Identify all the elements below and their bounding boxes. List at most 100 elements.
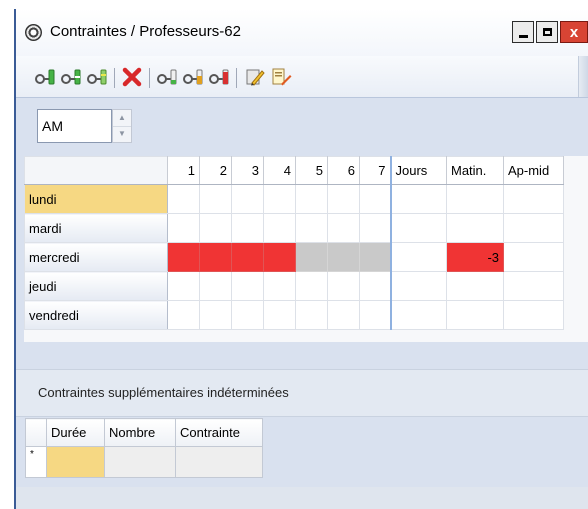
column-header-apmid[interactable]: Ap-mid	[503, 156, 564, 185]
grid-cell[interactable]	[503, 271, 564, 301]
grid-cell[interactable]	[263, 184, 296, 214]
column-header[interactable]: 6	[327, 156, 360, 185]
title-bar[interactable]: Contraintes / Professeurs-62 x	[16, 9, 588, 56]
column-header-matin[interactable]: Matin.	[446, 156, 504, 185]
grid-cell[interactable]	[199, 300, 232, 330]
row-header-lundi[interactable]: lundi	[24, 184, 168, 214]
grid-cell[interactable]	[503, 300, 564, 330]
grid-cell[interactable]	[446, 300, 504, 330]
grid-cell[interactable]	[446, 271, 504, 301]
grid-cell[interactable]	[295, 300, 328, 330]
key-green-icon[interactable]	[34, 67, 56, 87]
column-header-duree[interactable]: Durée	[46, 418, 105, 447]
grid-cell[interactable]	[327, 271, 360, 301]
grid-cell-unavailable[interactable]	[167, 242, 200, 272]
grid-cell[interactable]	[199, 213, 232, 243]
column-header[interactable]: 2	[199, 156, 232, 185]
close-button[interactable]: x	[560, 21, 588, 43]
row-header-jeudi[interactable]: jeudi	[24, 271, 168, 301]
grid-cell[interactable]	[359, 213, 391, 243]
grid-cell[interactable]	[389, 242, 447, 272]
grid-corner	[24, 156, 168, 185]
spin-up-icon[interactable]: ▲	[113, 110, 131, 127]
grid-cell-disabled[interactable]	[295, 242, 328, 272]
grid-cell[interactable]	[295, 213, 328, 243]
row-header-vendredi[interactable]: vendredi	[24, 300, 168, 330]
grid-cell[interactable]	[359, 184, 391, 214]
grid-cell[interactable]	[231, 184, 264, 214]
key-green-3-icon[interactable]	[86, 67, 108, 87]
grid-cell-unavailable[interactable]	[263, 242, 296, 272]
grid-cell[interactable]	[263, 271, 296, 301]
grid-cell[interactable]	[231, 300, 264, 330]
grid-cell[interactable]	[446, 213, 504, 243]
new-row-duree-cell[interactable]	[46, 446, 105, 478]
grid-cell[interactable]	[167, 213, 200, 243]
grid-cell[interactable]	[327, 300, 360, 330]
grid-cell[interactable]	[295, 271, 328, 301]
grid-cell[interactable]	[167, 271, 200, 301]
grid-cell-unavailable[interactable]	[231, 242, 264, 272]
column-header[interactable]: 1	[167, 156, 200, 185]
toolbar	[16, 56, 588, 98]
column-header-nombre[interactable]: Nombre	[104, 418, 176, 447]
grid-cell[interactable]	[263, 213, 296, 243]
new-row-contrainte-cell[interactable]	[175, 446, 263, 478]
extra-constraints-section: Contraintes supplémentaires indéterminée…	[16, 369, 588, 417]
grid-cell[interactable]	[389, 184, 447, 214]
extra-grid-header-row: Durée Nombre Contrainte	[25, 418, 263, 447]
grid-cell[interactable]	[167, 300, 200, 330]
spin-down-icon[interactable]: ▼	[113, 126, 131, 142]
extra-grid-corner	[25, 418, 47, 447]
column-header[interactable]: 4	[263, 156, 296, 185]
delete-red-x-icon[interactable]	[121, 67, 143, 87]
grid-cell[interactable]	[327, 184, 360, 214]
grid-cell[interactable]	[503, 184, 564, 214]
grid-cell[interactable]	[167, 184, 200, 214]
new-row-nombre-cell[interactable]	[104, 446, 176, 478]
grid-cell[interactable]	[199, 271, 232, 301]
grid-cell[interactable]	[231, 271, 264, 301]
constraints-grid-panel: 1 2 3 4 5 6 7 Jours Matin. Ap-mid lundi	[24, 156, 588, 342]
grid-cell[interactable]	[327, 213, 360, 243]
grid-cell[interactable]	[199, 184, 232, 214]
column-header[interactable]: 7	[359, 156, 391, 185]
grid-cell[interactable]	[359, 271, 391, 301]
row-header-mardi[interactable]: mardi	[24, 213, 168, 243]
column-header-contrainte[interactable]: Contrainte	[175, 418, 263, 447]
key-level-3-icon[interactable]	[208, 67, 230, 87]
grid-cell-disabled[interactable]	[359, 242, 391, 272]
column-header-jours[interactable]: Jours	[389, 156, 447, 185]
column-header[interactable]: 5	[295, 156, 328, 185]
grid-header-row: 1 2 3 4 5 6 7 Jours Matin. Ap-mid	[24, 156, 564, 185]
maximize-button[interactable]	[536, 21, 558, 43]
grid-cell-morning-value[interactable]: -3	[446, 242, 504, 272]
grid-cell[interactable]	[389, 213, 447, 243]
section-label: Contraintes supplémentaires indéterminée…	[38, 385, 289, 400]
period-spinner-input[interactable]: AM	[37, 109, 112, 143]
new-row-marker: *	[25, 446, 47, 478]
key-green-2-icon[interactable]	[60, 67, 82, 87]
minimize-button[interactable]	[512, 21, 534, 43]
key-level-1-icon[interactable]	[156, 67, 178, 87]
grid-cell[interactable]	[231, 213, 264, 243]
key-level-2-icon[interactable]	[182, 67, 204, 87]
grid-cell[interactable]	[295, 184, 328, 214]
row-header-mercredi[interactable]: mercredi	[24, 242, 168, 272]
grid-row-mardi: mardi	[24, 213, 564, 243]
toolbar-grip[interactable]	[578, 56, 588, 97]
grid-cell-unavailable[interactable]	[199, 242, 232, 272]
constraints-window: Contraintes / Professeurs-62 x AM ▲ ▼ 1 …	[14, 9, 588, 509]
edit-pencil-icon[interactable]	[244, 67, 266, 87]
column-header[interactable]: 3	[231, 156, 264, 185]
grid-cell[interactable]	[389, 300, 447, 330]
grid-row-lundi: lundi	[24, 184, 564, 214]
grid-cell[interactable]	[359, 300, 391, 330]
grid-cell[interactable]	[503, 242, 564, 272]
grid-cell[interactable]	[263, 300, 296, 330]
comment-pen-icon[interactable]	[270, 67, 292, 87]
grid-cell-disabled[interactable]	[327, 242, 360, 272]
grid-cell[interactable]	[503, 213, 564, 243]
grid-cell[interactable]	[389, 271, 447, 301]
grid-cell[interactable]	[446, 184, 504, 214]
